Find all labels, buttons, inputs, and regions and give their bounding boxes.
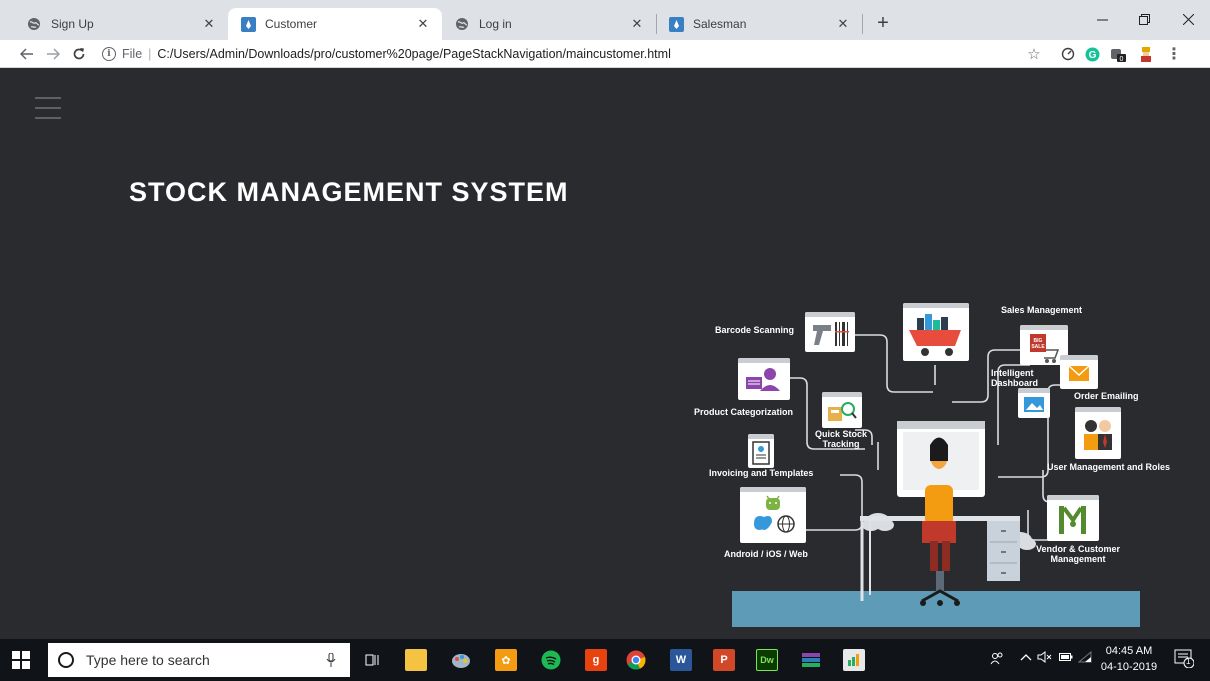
dashboard-image-icon (1018, 388, 1050, 418)
close-icon[interactable]: ✕ (414, 15, 432, 33)
bookmark-star-icon[interactable]: ☆ (1024, 44, 1044, 64)
hamburger-menu-icon[interactable] (35, 97, 61, 119)
label-invoicing-templates: Invoicing and Templates (709, 468, 814, 478)
paint-icon[interactable] (450, 649, 472, 671)
battery-icon[interactable] (1059, 651, 1073, 665)
reload-button[interactable] (68, 43, 90, 65)
chart-app-icon[interactable] (843, 649, 865, 671)
arrow-right-icon (47, 48, 60, 60)
task-view-icon[interactable] (362, 649, 384, 671)
cortana-icon (58, 652, 74, 668)
people-icon[interactable] (990, 651, 1004, 668)
archive-icon[interactable] (800, 649, 822, 671)
label-barcode-scanning: Barcode Scanning (715, 325, 795, 335)
spotify-icon[interactable] (540, 649, 562, 671)
search-placeholder: Type here to search (86, 652, 210, 668)
wifi-icon[interactable] (1077, 650, 1092, 666)
close-icon[interactable]: ✕ (834, 15, 852, 33)
label-sales-management: Sales Management (1001, 305, 1083, 315)
browser-toolbar: i File | C:/Users/Admin/Downloads/pro/cu… (0, 40, 1210, 68)
multi-platform-icon (740, 487, 806, 543)
vendor-customer-icon (1047, 495, 1099, 541)
invoice-icon (748, 434, 774, 468)
tab-salesman[interactable]: Salesman ✕ (656, 8, 862, 40)
app-icon[interactable]: g (585, 649, 607, 671)
svg-text:0: 0 (1120, 56, 1124, 63)
clock-date: 04-10-2019 (1100, 661, 1158, 673)
user-roles-icon (1075, 407, 1121, 459)
svg-text:G: G (1088, 50, 1096, 61)
restore-button[interactable] (1122, 6, 1166, 32)
close-window-button[interactable] (1166, 6, 1210, 32)
label-intelligent-dashboard: Intelligent Dashboard (991, 368, 1039, 388)
stock-management-illustration: BIG SALE Barcode Scanning Sales Manageme… (690, 295, 1195, 640)
tab-sign-up[interactable]: Sign Up ✕ (14, 8, 228, 40)
url-divider: | (148, 47, 152, 61)
notification-count: 1 (1186, 657, 1191, 666)
label-order-emailing: Order Emailing (1074, 391, 1139, 401)
label-quick-stock-tracking: Quick Stock Tracking (814, 429, 868, 449)
product-category-icon (738, 358, 790, 400)
page-icon (668, 16, 684, 32)
forward-button[interactable] (42, 43, 64, 65)
label-product-categorization: Product Categorization (694, 407, 794, 417)
page-icon (240, 16, 256, 32)
dreamweaver-icon[interactable]: Dw (756, 649, 778, 671)
speaker-muted-icon[interactable] (1037, 651, 1053, 666)
close-icon[interactable]: ✕ (200, 15, 218, 33)
label-android-ios-web: Android / iOS / Web (724, 549, 808, 559)
page-content: STOCK MANAGEMENT SYSTEM BIG SALE Barcode… (0, 69, 1210, 639)
close-icon[interactable]: ✕ (628, 15, 646, 33)
system-clock[interactable]: 04:45 AM 04-10-2019 (1098, 643, 1160, 675)
label-vendor-customer-management: Vendor & Customer Management (1035, 544, 1120, 564)
minimize-button[interactable] (1080, 6, 1124, 32)
reload-icon (73, 48, 85, 60)
windows-start-icon[interactable] (12, 651, 30, 669)
label-user-management-roles: User Management and Roles (1047, 462, 1171, 472)
globe-icon (454, 16, 470, 32)
tab-title: Log in (479, 17, 512, 31)
grammarly-icon[interactable]: G (1082, 44, 1102, 64)
tab-title: Sign Up (51, 17, 94, 31)
powerpoint-icon[interactable]: P (713, 649, 735, 671)
page-title: STOCK MANAGEMENT SYSTEM (129, 177, 569, 207)
back-button[interactable] (16, 43, 38, 65)
info-icon[interactable]: i (102, 47, 116, 61)
url-text: C:/Users/Admin/Downloads/pro/customer%20… (157, 47, 671, 61)
new-tab-button[interactable]: + (869, 9, 897, 37)
microphone-icon[interactable] (320, 649, 342, 671)
address-bar[interactable]: i File | C:/Users/Admin/Downloads/pro/cu… (102, 42, 1052, 66)
tab-title: Salesman (693, 17, 747, 31)
notification-center-icon[interactable]: 1 (1174, 648, 1198, 672)
clock-time: 04:45 AM (1105, 645, 1153, 657)
tab-title: Customer (265, 17, 318, 31)
app-icon[interactable]: ✿ (495, 649, 517, 671)
tab-divider (862, 14, 863, 34)
shopping-cart-icon (903, 303, 969, 361)
browser-tab-strip: Sign Up ✕ Customer ✕ Log in ✕ Salesman ✕… (0, 0, 1210, 40)
extension-icon[interactable]: 0 (1108, 44, 1128, 64)
file-explorer-icon[interactable] (405, 649, 427, 671)
windows-taskbar: Type here to search ✿ g W P Dw 04:45 AM … (0, 639, 1210, 681)
barcode-scanner-icon (805, 312, 855, 352)
speed-dial-icon[interactable] (1058, 44, 1078, 64)
chrome-icon[interactable] (625, 649, 647, 671)
tab-log-in[interactable]: Log in ✕ (442, 8, 656, 40)
chevron-up-icon[interactable] (1020, 651, 1032, 665)
word-icon[interactable]: W (670, 649, 692, 671)
avatar[interactable] (1136, 44, 1156, 64)
taskbar-search-box[interactable]: Type here to search (48, 643, 350, 677)
globe-icon (26, 16, 42, 32)
svg-text:SALE: SALE (1031, 344, 1045, 350)
arrow-left-icon (20, 48, 33, 60)
menu-kebab-icon[interactable]: ⋮ (1164, 44, 1184, 64)
stock-search-icon (822, 392, 862, 428)
tab-customer[interactable]: Customer ✕ (228, 8, 442, 40)
url-scheme-label: File (122, 47, 143, 61)
email-icon (1060, 355, 1098, 389)
